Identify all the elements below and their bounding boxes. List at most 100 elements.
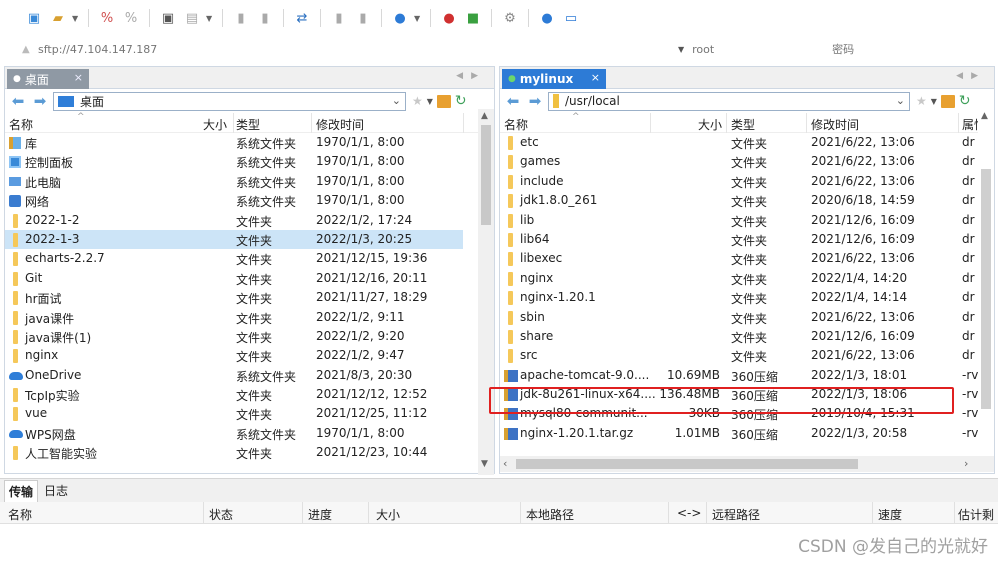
tab-transfer[interactable]: 传输 bbox=[4, 479, 39, 502]
file-row[interactable]: nginx-1.20.1.tar.gz 1.01MB 360压缩 2022/1/3, … bbox=[500, 424, 978, 443]
column-name[interactable]: 名称 bbox=[504, 116, 528, 133]
transfer-col-remote-path[interactable]: 远程路径 bbox=[712, 506, 760, 523]
password-input[interactable] bbox=[832, 42, 953, 56]
column-divider[interactable] bbox=[311, 113, 312, 133]
transfer-col-progress[interactable]: 进度 bbox=[308, 506, 332, 523]
reconnect-icon[interactable]: % bbox=[121, 8, 141, 28]
chevron-down-icon[interactable]: ▼ bbox=[206, 14, 214, 23]
sync-icon[interactable]: ⇄ bbox=[292, 8, 312, 28]
host-input[interactable] bbox=[38, 42, 678, 56]
file-row[interactable]: nginx 文件夹 2022/1/2, 9:47 bbox=[5, 346, 463, 365]
local-vertical-scrollbar[interactable]: ▲ ▼ bbox=[478, 109, 494, 475]
file-row[interactable]: java课件(1) 文件夹 2022/1/2, 9:20 bbox=[5, 327, 463, 346]
column-divider[interactable] bbox=[302, 502, 303, 524]
file-row[interactable]: vue 文件夹 2021/12/25, 11:12 bbox=[5, 404, 463, 423]
transfer-col-eta[interactable]: 估计剩 bbox=[958, 506, 994, 523]
file-row[interactable]: share 文件夹 2021/12/6, 16:09 dr bbox=[500, 327, 978, 346]
star-icon[interactable]: ★ bbox=[412, 94, 423, 108]
file-row[interactable]: 人工智能实验 文件夹 2021/12/23, 10:44 bbox=[5, 443, 463, 462]
open-folder-icon[interactable]: ▰ bbox=[48, 8, 68, 28]
new-session-icon[interactable]: ▣ bbox=[24, 8, 44, 28]
column-divider[interactable] bbox=[233, 113, 234, 133]
column-divider[interactable] bbox=[726, 113, 727, 133]
transfer-col-speed[interactable]: 速度 bbox=[878, 506, 902, 523]
compare-icon[interactable]: ▮ bbox=[329, 8, 349, 28]
column-divider[interactable] bbox=[954, 502, 955, 524]
chevron-down-icon[interactable]: ▼ bbox=[72, 14, 80, 23]
new-tab-icon[interactable]: ▣ bbox=[158, 8, 178, 28]
back-arrow-icon[interactable]: ⬅ bbox=[504, 92, 522, 110]
scroll-up-icon[interactable]: ▲ bbox=[481, 111, 488, 121]
chevron-down-icon[interactable]: ▼ bbox=[931, 97, 937, 106]
xshell-icon[interactable]: ● bbox=[439, 8, 459, 28]
scroll-left-icon[interactable]: ‹ bbox=[503, 457, 507, 470]
file-row[interactable]: WPS网盘 系统文件夹 1970/1/1, 8:00 bbox=[5, 424, 463, 443]
file-row[interactable]: mysql80-communit... 30KB 360压缩 2019/10/4, 1… bbox=[500, 404, 978, 423]
chevron-down-icon[interactable]: ⌄ bbox=[392, 94, 401, 107]
terminal-icon[interactable]: ▤ bbox=[182, 8, 202, 28]
file-row[interactable]: jdk1.8.0_261 文件夹 2020/6/18, 14:59 dr bbox=[500, 191, 978, 210]
file-row[interactable]: 控制面板 系统文件夹 1970/1/1, 8:00 bbox=[5, 152, 463, 171]
file-row[interactable]: 2022-1-3 文件夹 2022/1/3, 20:25 bbox=[5, 229, 463, 250]
transfer-col-local-path[interactable]: 本地路径 bbox=[526, 506, 574, 523]
file-row[interactable]: echarts-2.2.7 文件夹 2021/12/15, 19:36 bbox=[5, 249, 463, 268]
refresh-icon[interactable]: ↻ bbox=[455, 93, 467, 109]
column-divider[interactable] bbox=[806, 113, 807, 133]
file-row[interactable]: OneDrive 系统文件夹 2021/8/3, 20:30 bbox=[5, 366, 463, 385]
file-row[interactable]: lib 文件夹 2021/12/6, 16:09 dr bbox=[500, 211, 978, 230]
paste-icon[interactable]: ▮ bbox=[255, 8, 275, 28]
column-divider[interactable] bbox=[668, 502, 669, 524]
column-divider[interactable] bbox=[872, 502, 873, 524]
tab-scroll-arrows-icon[interactable]: ◀▶ bbox=[956, 71, 986, 81]
file-row[interactable]: 2022-1-2 文件夹 2022/1/2, 17:24 bbox=[5, 211, 463, 230]
remote-vertical-scrollbar[interactable]: ▲ bbox=[978, 109, 994, 439]
column-size[interactable]: 大小 bbox=[698, 116, 722, 133]
home-icon[interactable] bbox=[940, 94, 955, 108]
file-row[interactable]: lib64 文件夹 2021/12/6, 16:09 dr bbox=[500, 230, 978, 249]
remote-path-field[interactable]: /usr/local ⌄ bbox=[548, 91, 910, 111]
tab-remote-mylinux[interactable]: ● mylinux × bbox=[502, 69, 606, 89]
close-icon[interactable]: × bbox=[591, 71, 600, 84]
file-row[interactable]: TcpIp实验 文件夹 2021/12/12, 12:52 bbox=[5, 385, 463, 404]
back-arrow-icon[interactable]: ⬅ bbox=[9, 92, 27, 110]
column-divider[interactable] bbox=[368, 502, 369, 524]
remote-horizontal-scrollbar[interactable]: ‹ › bbox=[500, 456, 994, 472]
column-modified[interactable]: 修改时间 bbox=[316, 116, 364, 133]
column-type[interactable]: 类型 bbox=[236, 116, 260, 133]
transfer-col-status[interactable]: 状态 bbox=[209, 506, 233, 523]
transfer-col-direction[interactable]: <-> bbox=[677, 506, 701, 520]
scroll-thumb[interactable] bbox=[981, 169, 991, 409]
column-divider[interactable] bbox=[706, 502, 707, 524]
column-type[interactable]: 类型 bbox=[731, 116, 755, 133]
local-path-field[interactable]: 桌面 ⌄ bbox=[53, 91, 406, 111]
file-row[interactable]: sbin 文件夹 2021/6/22, 13:06 dr bbox=[500, 308, 978, 327]
scroll-right-icon[interactable]: › bbox=[964, 457, 968, 470]
star-icon[interactable]: ★ bbox=[916, 94, 927, 108]
file-row[interactable]: jdk-8u261-linux-x64.... 136.48MB 360压缩 2022… bbox=[500, 385, 978, 404]
chat-icon[interactable]: ▭ bbox=[561, 8, 581, 28]
file-row[interactable]: libexec 文件夹 2021/6/22, 13:06 dr bbox=[500, 249, 978, 268]
transfer-col-size[interactable]: 大小 bbox=[376, 506, 400, 523]
file-row[interactable]: apache-tomcat-9.0.... 10.69MB 360压缩 2022/1/… bbox=[500, 366, 978, 385]
copy-icon[interactable]: ▮ bbox=[231, 8, 251, 28]
gear-icon[interactable]: ⚙ bbox=[500, 8, 520, 28]
transfer-col-name[interactable]: 名称 bbox=[8, 506, 32, 523]
file-row[interactable]: hr面试 文件夹 2021/11/27, 18:29 bbox=[5, 288, 463, 307]
find-icon[interactable]: ▮ bbox=[353, 8, 373, 28]
file-row[interactable]: src 文件夹 2021/6/22, 13:06 dr bbox=[500, 346, 978, 365]
help-icon[interactable]: ● bbox=[537, 8, 557, 28]
tab-log[interactable]: 日志 bbox=[40, 480, 72, 501]
file-row[interactable]: 网络 系统文件夹 1970/1/1, 8:00 bbox=[5, 191, 463, 210]
file-row[interactable]: java课件 文件夹 2022/1/2, 9:11 bbox=[5, 308, 463, 327]
file-row[interactable]: games 文件夹 2021/6/22, 13:06 dr bbox=[500, 152, 978, 171]
scroll-thumb[interactable] bbox=[481, 125, 491, 225]
tab-scroll-arrows-icon[interactable]: ◀▶ bbox=[456, 71, 486, 81]
column-divider[interactable] bbox=[958, 113, 959, 133]
file-row[interactable]: include 文件夹 2021/6/22, 13:06 dr bbox=[500, 172, 978, 191]
chevron-down-icon[interactable]: ▼ bbox=[414, 14, 422, 23]
column-divider[interactable] bbox=[203, 502, 204, 524]
close-icon[interactable]: × bbox=[74, 71, 83, 84]
column-divider[interactable] bbox=[463, 113, 464, 133]
chevron-down-icon[interactable]: ▼ bbox=[427, 97, 433, 106]
home-icon[interactable] bbox=[436, 94, 451, 108]
